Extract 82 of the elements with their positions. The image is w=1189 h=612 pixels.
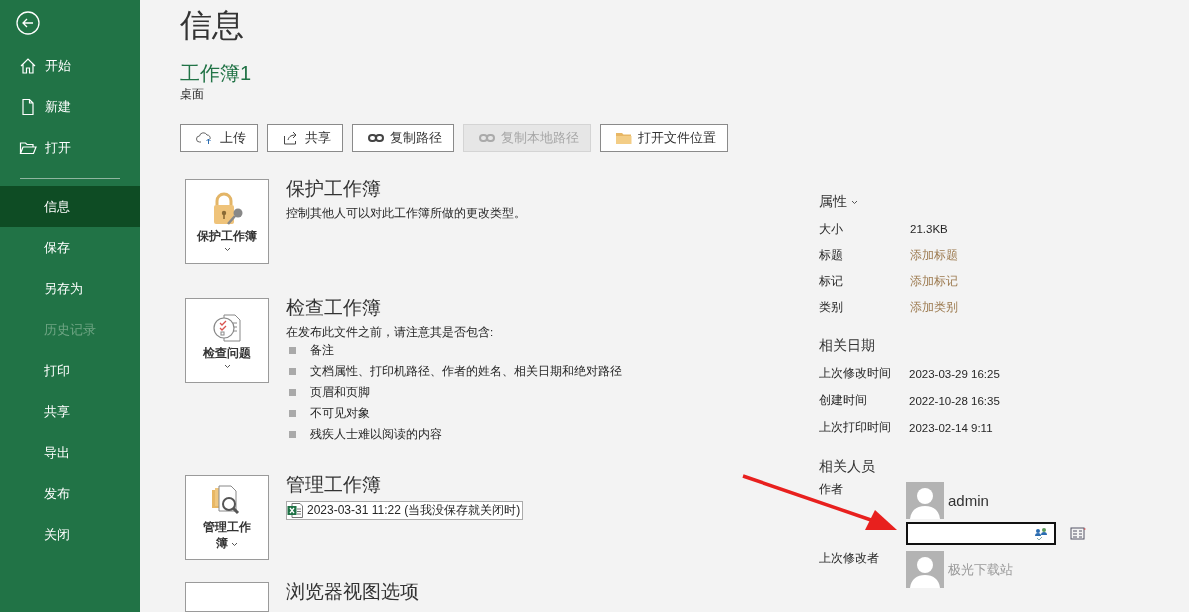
- home-icon: [19, 56, 37, 75]
- add-property-link[interactable]: 添加标题: [910, 247, 1189, 263]
- menu-item-label: 新建: [45, 97, 71, 116]
- bullet-icon: [289, 410, 296, 417]
- folder-icon: [616, 131, 632, 145]
- menu-item[interactable]: 保存: [0, 227, 140, 268]
- action-button[interactable]: 打开文件位置: [600, 124, 728, 152]
- inspect-button[interactable]: 检查问题: [185, 298, 269, 383]
- date-value: 2023-03-29 16:25: [909, 367, 1001, 380]
- bullet-icon: [289, 431, 296, 438]
- section-title: 浏览器视图选项: [286, 580, 419, 604]
- add-author-field[interactable]: [906, 522, 1056, 545]
- people-check-icon: [1034, 526, 1048, 541]
- chevron-down-icon: [851, 199, 858, 205]
- menu-item[interactable]: 另存为: [0, 268, 140, 309]
- properties-heading[interactable]: 属性: [819, 192, 1189, 212]
- last-modified-name: 极光下载站: [948, 560, 1013, 579]
- chevron-down-icon: [223, 363, 231, 369]
- add-property-link[interactable]: 添加类别: [910, 299, 1189, 315]
- menu-item-label: 打开: [45, 138, 71, 157]
- bullet-text: 不可见对象: [310, 406, 370, 421]
- avatar-icon: [906, 551, 944, 588]
- menu-item[interactable]: 导出: [0, 432, 140, 473]
- author-name: admin: [948, 492, 989, 509]
- page-title: 信息: [180, 6, 245, 45]
- bullet-icon: [289, 347, 296, 354]
- checklist-document-icon: [212, 312, 242, 343]
- back-icon[interactable]: [16, 11, 40, 35]
- document-icon: [19, 97, 37, 116]
- date-label: 上次打印时间: [819, 420, 892, 435]
- last-modified-label: 上次修改者: [819, 551, 880, 566]
- protect-button[interactable]: 保护工作簿: [185, 179, 269, 264]
- section-heading: 相关人员: [819, 457, 876, 476]
- manage-button[interactable]: 管理工作簿: [185, 475, 269, 560]
- avatar-icon: [906, 482, 944, 519]
- spreadsheet-file-icon: [287, 503, 303, 518]
- section-description: 在发布此文件之前，请注意其是否包含:: [286, 325, 495, 340]
- action-button[interactable]: 上传: [180, 124, 258, 152]
- menu-item[interactable]: 共享: [0, 391, 140, 432]
- date-label: 创建时间: [819, 393, 868, 408]
- menu-item[interactable]: 信息: [0, 186, 140, 227]
- chevron-down-icon: [223, 246, 231, 252]
- share-icon: [283, 131, 299, 145]
- bullet-text: 备注: [310, 343, 334, 358]
- menu-item[interactable]: 开始: [0, 45, 140, 86]
- menu-item[interactable]: 关闭: [0, 514, 140, 555]
- browser-view-button[interactable]: [185, 582, 269, 612]
- link-icon: [368, 133, 384, 143]
- section-title: 保护工作簿: [286, 177, 382, 201]
- property-label: 类别: [819, 299, 844, 315]
- workbook-location: 桌面: [180, 86, 205, 102]
- section-title: 检查工作簿: [286, 296, 382, 320]
- section-heading: 相关日期: [819, 336, 876, 355]
- bullet-text: 残疾人士难以阅读的内容: [310, 427, 442, 442]
- property-value: 21.3KB: [910, 223, 949, 235]
- property-label: 标题: [819, 247, 844, 263]
- date-label: 上次修改时间: [819, 366, 892, 381]
- date-value: 2023-02-14 9:11: [909, 421, 994, 434]
- workbook-name: 工作簿1: [180, 61, 253, 85]
- bullet-icon: [289, 368, 296, 375]
- bullet-text: 文档属性、打印机路径、作者的姓名、相关日期和绝对路径: [310, 364, 622, 379]
- version-entry[interactable]: 2023-03-31 11:22 (当我没保存就关闭时): [286, 501, 524, 520]
- menu-item[interactable]: 打印: [0, 350, 140, 391]
- address-book-icon[interactable]: [1070, 527, 1086, 540]
- menu-item[interactable]: 打开: [0, 127, 140, 168]
- section-title: 管理工作簿: [286, 473, 382, 497]
- menu-item[interactable]: 新建: [0, 86, 140, 127]
- action-button[interactable]: 复制路径: [352, 124, 454, 152]
- author-label: 作者: [819, 482, 844, 497]
- bullet-text: 页眉和页脚: [310, 385, 370, 400]
- action-button[interactable]: 共享: [267, 124, 343, 152]
- date-value: 2022-10-28 16:35: [909, 394, 1001, 407]
- menu-item-label: 开始: [45, 56, 71, 75]
- link-icon: [479, 133, 495, 143]
- menu-item[interactable]: 发布: [0, 473, 140, 514]
- property-label: 标记: [819, 273, 844, 289]
- bullet-icon: [289, 389, 296, 396]
- add-property-link[interactable]: 添加标记: [910, 273, 1189, 289]
- property-label: 大小: [819, 221, 844, 237]
- chevron-down-icon: [231, 541, 239, 547]
- cloud-upload-icon: [196, 131, 214, 145]
- section-description: 控制其他人可以对此工作簿所做的更改类型。: [286, 206, 526, 221]
